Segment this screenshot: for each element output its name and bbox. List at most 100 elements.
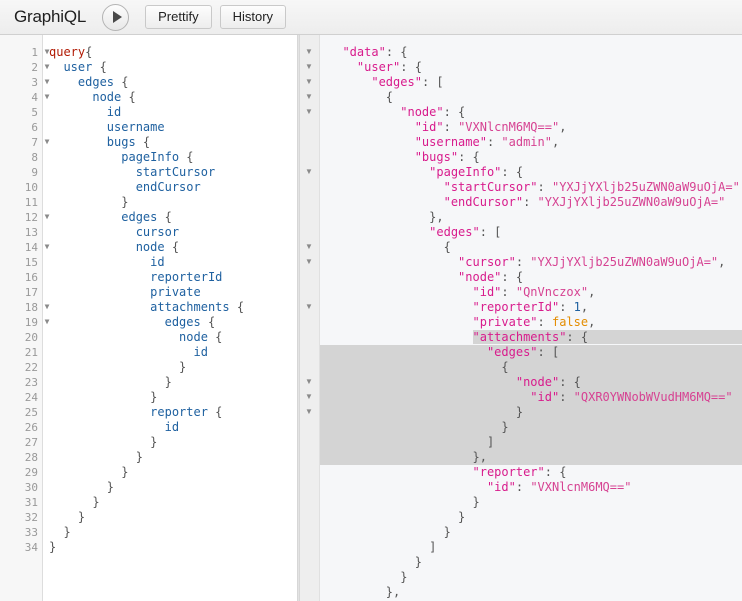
query-line-number: 14 — [0, 240, 42, 255]
result-code-line: "cursor": "YXJjYXljb25uZWN0aW9uOjA=", — [458, 255, 726, 269]
history-button[interactable]: History — [219, 5, 287, 29]
query-pane[interactable]: 1234567891011121314151617181920212223242… — [0, 35, 297, 601]
query-code-line: id — [164, 420, 180, 434]
result-code-line: "reporterId": 1, — [472, 300, 589, 314]
query-line-number: 4 — [0, 90, 42, 105]
play-icon — [112, 11, 122, 23]
result-gutter-row — [300, 570, 319, 585]
query-line-number: 13 — [24, 226, 38, 239]
result-code-line: "user": { — [356, 60, 422, 74]
query-code-line: } — [135, 450, 143, 464]
query-code-line: } — [121, 195, 129, 209]
result-fold-arrow-icon[interactable] — [300, 90, 319, 105]
query-line-number: 33 — [24, 526, 38, 539]
query-line-number: 22 — [24, 361, 38, 374]
result-gutter-row — [300, 315, 319, 330]
result-code-line: } — [328, 405, 742, 420]
query-code-area[interactable]: query{ user { edges { node { id username… — [43, 35, 297, 601]
query-line-number: 6 — [31, 121, 38, 134]
query-line-number: 34 — [24, 541, 38, 554]
result-code-line: "endCursor": "YXJjYXljb25uZWN0aW9uOjA=" — [443, 195, 726, 209]
result-fold-arrow-icon[interactable] — [300, 390, 319, 405]
result-code-line: } — [472, 495, 480, 509]
result-code-line: "username": "admin", — [414, 135, 560, 149]
result-gutter-row — [300, 435, 319, 450]
query-code-line: query{ — [49, 45, 93, 59]
result-code-line: "data": { — [342, 45, 408, 59]
result-gutter-row — [300, 585, 319, 600]
query-code-line: edges { — [121, 210, 172, 224]
query-code-line: } — [106, 480, 115, 494]
result-gutter-row — [300, 150, 319, 165]
result-code-line: { — [328, 360, 742, 375]
result-gutter-row — [300, 120, 319, 135]
query-code-line: attachments { — [150, 300, 245, 314]
result-fold-arrow-icon[interactable] — [300, 45, 319, 60]
query-line-number: 15 — [24, 256, 38, 269]
result-fold-arrow-icon[interactable] — [300, 105, 319, 120]
prettify-button[interactable]: Prettify — [145, 5, 212, 29]
query-line-number: 21 — [24, 346, 38, 359]
result-code-line: "id": "QnVnczox", — [472, 285, 596, 299]
query-line-number: 9 — [31, 166, 38, 179]
query-line-number: 19 — [0, 315, 42, 330]
query-code-line: id — [193, 345, 208, 359]
result-code-line: }, — [385, 585, 401, 599]
result-code-line: "edges": [ — [328, 345, 742, 360]
result-fold-arrow-icon[interactable] — [300, 165, 319, 180]
result-gutter-row — [300, 360, 319, 375]
query-code-line: } — [49, 540, 57, 554]
result-code-line: } — [443, 525, 451, 539]
query-line-number: 7 — [0, 135, 42, 150]
execute-query-button[interactable] — [102, 3, 130, 31]
query-line-number: 10 — [24, 181, 38, 194]
result-code-line: } — [328, 420, 742, 435]
app-logo: GraphiQL — [14, 7, 87, 26]
result-gutter-row — [300, 495, 319, 510]
result-code-line: "reporter": { — [472, 465, 567, 479]
result-code-line: { — [385, 90, 394, 104]
query-line-number: 5 — [31, 106, 38, 119]
result-code-line: }, — [429, 210, 444, 224]
query-line-number: 3 — [0, 75, 42, 90]
result-code-line: "edges": [ — [429, 225, 502, 239]
query-line-number: 23 — [24, 376, 38, 389]
result-code-line: "edges": [ — [371, 75, 444, 89]
result-code-line: } — [400, 570, 408, 584]
result-code-line: "private": false, — [472, 315, 596, 329]
result-gutter-row — [300, 285, 319, 300]
query-line-number: 25 — [24, 406, 38, 419]
query-line-number: 17 — [24, 286, 38, 299]
result-fold-arrow-icon[interactable] — [300, 240, 319, 255]
result-gutter-row — [300, 465, 319, 480]
toolbar: GraphiQL Prettify History — [0, 0, 742, 35]
query-line-number: 18 — [0, 300, 42, 315]
query-code-line: node { — [179, 330, 223, 344]
query-code-line: edges { — [164, 315, 216, 329]
result-fold-arrow-icon[interactable] — [300, 375, 319, 390]
result-pane[interactable]: "data": { "user": { "edges": [ { "node":… — [300, 35, 742, 601]
query-line-number-gutter[interactable]: 1234567891011121314151617181920212223242… — [0, 35, 43, 601]
query-code-line: } — [150, 435, 158, 449]
query-code-line: pageInfo { — [121, 150, 194, 164]
result-fold-gutter[interactable] — [300, 35, 320, 601]
result-code-line: ] — [328, 435, 742, 450]
result-fold-arrow-icon[interactable] — [300, 60, 319, 75]
result-code-area[interactable]: "data": { "user": { "edges": [ { "node":… — [320, 35, 742, 601]
result-code-line: } — [458, 510, 466, 524]
query-code-line: private — [150, 285, 201, 299]
result-gutter-row — [300, 540, 319, 555]
query-line-number: 8 — [31, 151, 38, 164]
result-gutter-row — [300, 555, 319, 570]
graphiql-app: GraphiQL Prettify History 12345678910111… — [0, 0, 742, 601]
query-line-number: 27 — [24, 436, 38, 449]
result-gutter-row — [300, 270, 319, 285]
query-code-line: } — [179, 360, 187, 374]
query-code-line: edges { — [77, 75, 129, 89]
result-code-line: "bugs": { — [414, 150, 480, 164]
result-gutter-row — [300, 135, 319, 150]
result-fold-arrow-icon[interactable] — [300, 300, 319, 315]
result-fold-arrow-icon[interactable] — [300, 255, 319, 270]
result-fold-arrow-icon[interactable] — [300, 75, 319, 90]
result-fold-arrow-icon[interactable] — [300, 405, 319, 420]
